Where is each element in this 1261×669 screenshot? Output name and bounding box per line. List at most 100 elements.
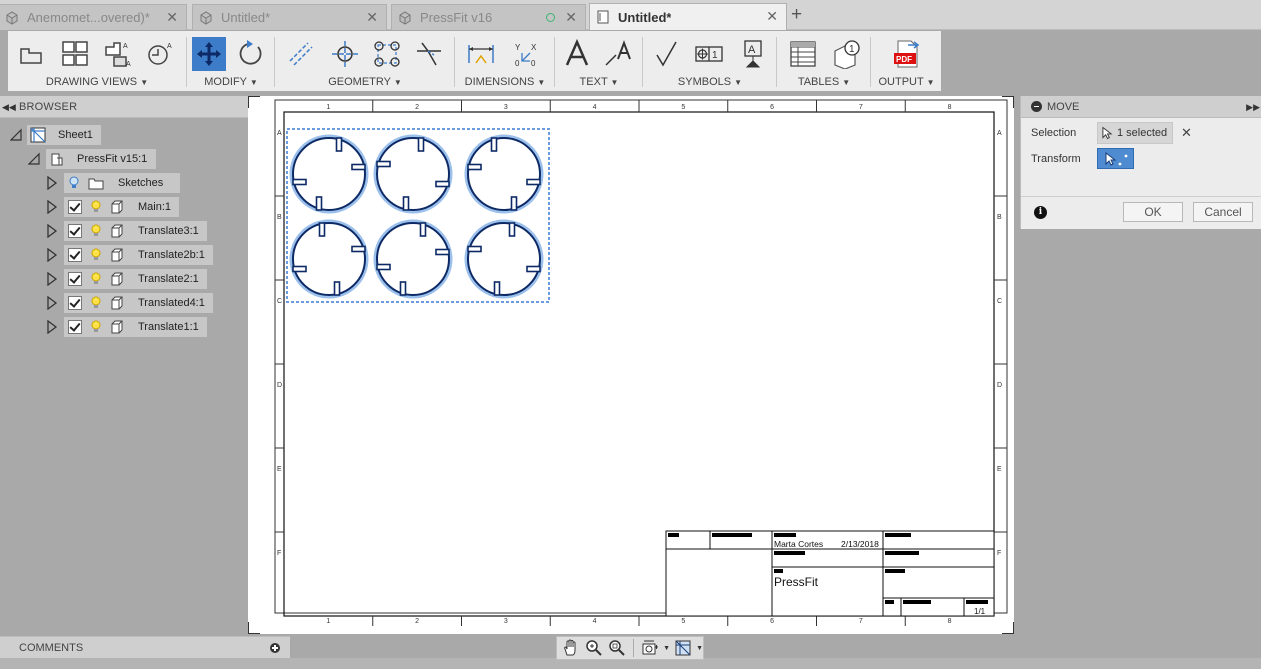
ok-button[interactable]: OK [1123, 202, 1183, 222]
info-icon[interactable]: i [1034, 206, 1047, 219]
svg-text:PDF: PDF [896, 55, 912, 64]
projected-view-button[interactable] [58, 37, 92, 71]
center-mark-button[interactable] [328, 37, 362, 71]
lightbulb-off-icon[interactable] [68, 176, 80, 190]
clear-selection-icon[interactable]: ✕ [1181, 125, 1192, 141]
visibility-checkbox[interactable] [68, 224, 82, 238]
symbols-group: 1 A SYMBOLS ▼ [644, 31, 776, 91]
collapsed-triangle-icon[interactable] [46, 200, 58, 214]
part-array-view[interactable] [289, 134, 544, 299]
rotate-button[interactable] [234, 37, 268, 71]
expanded-triangle-icon[interactable] [28, 152, 40, 166]
dialog-header[interactable]: MOVE ▶▶ [1021, 96, 1261, 118]
tab-pressfit-v16[interactable]: PressFit v16 ✕ [391, 4, 586, 30]
edge-extension-button[interactable] [412, 37, 446, 71]
lightbulb-on-icon[interactable] [90, 248, 102, 262]
separator [633, 639, 635, 657]
dropdown-caret-icon[interactable]: ▼ [696, 645, 703, 652]
cursor-move-icon [1105, 151, 1128, 166]
lightbulb-on-icon[interactable] [90, 224, 102, 238]
pan-button[interactable] [561, 638, 581, 658]
sheet-canvas[interactable]: Marta Cortes 2/13/2018 PressFit 1/1 [248, 96, 1014, 634]
group-label[interactable]: TABLES ▼ [778, 76, 870, 88]
section-view-button[interactable]: AA [100, 37, 134, 71]
collapsed-triangle-icon[interactable] [46, 272, 58, 286]
base-view-button[interactable] [14, 37, 48, 71]
grid-settings-button[interactable] [673, 638, 693, 658]
group-label[interactable]: OUTPUT ▼ [872, 76, 941, 88]
drawing-sheet[interactable]: Marta Cortes 2/13/2018 PressFit 1/1 1 1 2 2… [248, 96, 1014, 634]
press-fit-part[interactable] [464, 134, 544, 214]
ordinate-dimension-button[interactable]: Y X 0 0 [508, 37, 542, 71]
visibility-checkbox[interactable] [68, 296, 82, 310]
group-label[interactable]: SYMBOLS ▼ [644, 76, 776, 88]
lightbulb-on-icon[interactable] [90, 320, 102, 334]
move-button[interactable] [192, 37, 226, 71]
visibility-checkbox[interactable] [68, 248, 82, 262]
leader-text-button[interactable] [602, 37, 636, 71]
visibility-checkbox[interactable] [68, 320, 82, 334]
close-icon[interactable]: ✕ [166, 10, 178, 24]
press-fit-part[interactable] [373, 134, 453, 214]
corner-mark [248, 96, 260, 108]
tab-untitled-1[interactable]: Untitled* ✕ [192, 4, 387, 30]
collapsed-triangle-icon[interactable] [46, 176, 58, 190]
centerline-button[interactable] [284, 37, 318, 71]
close-icon[interactable]: ✕ [565, 10, 577, 24]
tab-untitled-active[interactable]: Untitled* ✕ [589, 3, 787, 30]
lightbulb-on-icon[interactable] [90, 296, 102, 310]
group-label[interactable]: DRAWING VIEWS ▼ [8, 76, 186, 88]
browser-panel-header[interactable]: ◀◀ BROWSER [0, 96, 290, 118]
expand-arrow-icon[interactable]: ▶▶ [1246, 102, 1260, 113]
zone-row-label: D [997, 382, 1003, 389]
base-view-icon [20, 48, 42, 64]
collapsed-triangle-icon[interactable] [46, 248, 58, 262]
visibility-checkbox[interactable] [68, 272, 82, 286]
group-label[interactable]: TEXT ▼ [556, 76, 642, 88]
press-fit-part[interactable] [464, 219, 544, 299]
group-label[interactable]: DIMENSIONS ▼ [456, 76, 554, 88]
center-mark-pattern-button[interactable] [370, 37, 404, 71]
display-settings-icon [642, 640, 659, 655]
separator [870, 37, 871, 87]
cancel-button[interactable]: Cancel [1193, 202, 1253, 222]
dropdown-caret-icon[interactable]: ▼ [663, 645, 670, 652]
zoom-icon [586, 640, 602, 656]
press-fit-part[interactable] [289, 219, 369, 299]
transform-button[interactable] [1097, 148, 1134, 169]
press-fit-part[interactable] [289, 134, 369, 214]
close-icon[interactable]: ✕ [366, 10, 378, 24]
lightbulb-on-icon[interactable] [90, 272, 102, 286]
new-tab-plus-icon[interactable]: + [791, 5, 802, 25]
zoom-window-button[interactable] [607, 638, 627, 658]
group-label[interactable]: GEOMETRY ▼ [276, 76, 454, 88]
pdf-output-button[interactable]: PDF [890, 37, 924, 71]
collapse-dialog-icon[interactable] [1031, 101, 1042, 112]
text-button[interactable] [560, 37, 594, 71]
add-comment-icon[interactable] [270, 643, 280, 653]
close-icon[interactable]: ✕ [766, 9, 778, 23]
zone-row-label: F [997, 550, 1002, 557]
table-button[interactable] [786, 37, 820, 71]
press-fit-part[interactable] [373, 219, 453, 299]
collapsed-triangle-icon[interactable] [46, 224, 58, 238]
lightbulb-on-icon[interactable] [90, 200, 102, 214]
balloon-button[interactable]: 1 [830, 37, 864, 71]
comments-panel-header[interactable]: COMMENTS [0, 636, 290, 658]
collapsed-triangle-icon[interactable] [46, 296, 58, 310]
expanded-triangle-icon[interactable] [10, 128, 22, 142]
group-label[interactable]: MODIFY ▼ [188, 76, 274, 88]
title-block: Marta Cortes 2/13/2018 PressFit 1/1 [665, 530, 995, 617]
display-settings-button[interactable] [640, 638, 660, 658]
selection-field[interactable]: 1 selected [1097, 122, 1173, 144]
feature-control-frame-button[interactable]: 1 [692, 37, 726, 71]
datum-identifier-button[interactable]: A [736, 37, 770, 71]
tab-anemometer[interactable]: Anemomet...overed)* ✕ [0, 4, 187, 30]
collapse-arrow-icon[interactable]: ◀◀ [2, 102, 16, 113]
dimension-button[interactable] [464, 37, 498, 71]
zoom-button[interactable] [584, 638, 604, 658]
collapsed-triangle-icon[interactable] [46, 320, 58, 334]
visibility-checkbox[interactable] [68, 200, 82, 214]
detail-view-button[interactable]: A [142, 37, 176, 71]
surface-texture-button[interactable] [650, 37, 684, 71]
